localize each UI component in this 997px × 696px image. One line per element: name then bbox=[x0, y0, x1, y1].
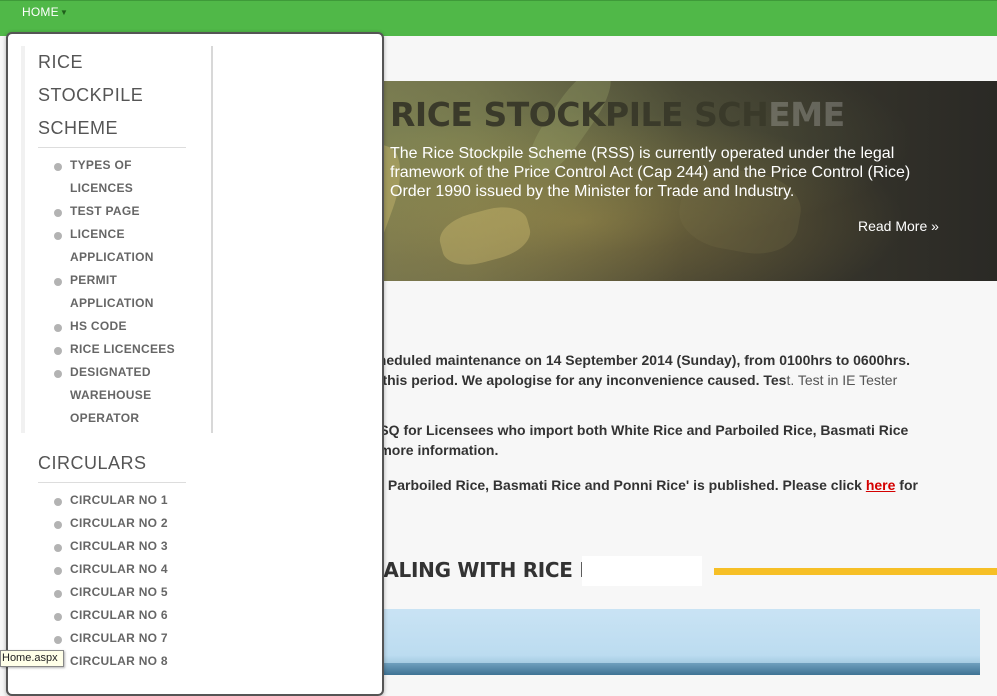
menu-column-circulars: CIRCULARS CIRCULAR NO 1 CIRCULAR NO 2 CI… bbox=[38, 447, 186, 673]
menu-list-circulars: CIRCULAR NO 1 CIRCULAR NO 2 CIRCULAR NO … bbox=[38, 489, 186, 673]
hero-title-fade: EME bbox=[768, 95, 845, 134]
menu-item-hs-code[interactable]: HS CODE bbox=[38, 315, 186, 338]
hero-description: The Rice Stockpile Scheme (RSS) is curre… bbox=[390, 145, 911, 200]
hero-title: RICE STOCKPILE SCHEME bbox=[390, 95, 845, 134]
bullet-icon bbox=[54, 324, 62, 332]
landscape-photo bbox=[370, 609, 980, 675]
menu-heading-rice-stockpile-scheme[interactable]: RICE STOCKPILE SCHEME bbox=[38, 46, 186, 148]
here-link[interactable]: here bbox=[866, 477, 896, 493]
notice-maintenance-line2: g this period. We apologise for any inco… bbox=[370, 370, 990, 390]
bullet-icon bbox=[54, 209, 62, 217]
notice-psq-line1: PSQ for Licensees who import both White … bbox=[370, 422, 909, 438]
menu-item-circular-4[interactable]: CIRCULAR NO 4 bbox=[38, 558, 186, 581]
notice-maintenance: cheduled maintenance on 14 September 201… bbox=[370, 350, 990, 390]
notice-maintenance-line2-light: t. Test in IE Tester bbox=[786, 372, 898, 388]
menu-item-licence-application[interactable]: LICENCE APPLICATION bbox=[38, 223, 186, 269]
menu-item-circular-2[interactable]: CIRCULAR NO 2 bbox=[38, 512, 186, 535]
bullet-icon bbox=[54, 278, 62, 286]
bullet-icon bbox=[54, 370, 62, 378]
bullet-icon bbox=[54, 636, 62, 644]
notice-published-after: for bbox=[895, 477, 918, 493]
menu-item-types-of-licences[interactable]: TYPES OF LICENCES bbox=[38, 154, 186, 200]
bullet-icon bbox=[54, 544, 62, 552]
menu-item-permit-application[interactable]: PERMIT APPLICATION bbox=[38, 269, 186, 315]
bullet-icon bbox=[54, 521, 62, 529]
notice-maintenance-line1: cheduled maintenance on 14 September 201… bbox=[370, 352, 910, 368]
hero-title-main: RICE STOCKPILE SCH bbox=[390, 95, 769, 134]
menu-item-test-page[interactable]: TEST PAGE bbox=[38, 200, 186, 223]
bullet-icon bbox=[54, 590, 62, 598]
notice-maintenance-line2-bold: g this period. We apologise for any inco… bbox=[370, 372, 787, 388]
bullet-icon bbox=[54, 163, 62, 171]
bullet-icon bbox=[54, 567, 62, 575]
bullet-icon bbox=[54, 232, 62, 240]
link-tooltip: Home.aspx bbox=[0, 650, 64, 667]
chevron-down-icon[interactable]: ▼ bbox=[60, 8, 68, 17]
menu-item-circular-6[interactable]: CIRCULAR NO 6 bbox=[38, 604, 186, 627]
bullet-icon bbox=[54, 347, 62, 355]
section-title-blank bbox=[582, 556, 702, 586]
bullet-icon bbox=[54, 498, 62, 506]
menu-item-designated-warehouse-operator[interactable]: DESIGNATED WAREHOUSE OPERATOR bbox=[38, 361, 186, 430]
menu-heading-circulars[interactable]: CIRCULARS bbox=[38, 447, 186, 483]
notice-published: or Parboiled Rice, Basmati Rice and Ponn… bbox=[370, 475, 990, 495]
menu-item-circular-3[interactable]: CIRCULAR NO 3 bbox=[38, 535, 186, 558]
nav-home-link[interactable]: HOME bbox=[22, 5, 59, 19]
menu-item-circular-7[interactable]: CIRCULAR NO 7 bbox=[38, 627, 186, 650]
section-title: EALING WITH RICE IN bbox=[370, 558, 603, 582]
hero-banner: RICE STOCKPILE SCHEME The Rice Stockpile… bbox=[300, 81, 997, 281]
dropdown-menu-panel: RICE STOCKPILE SCHEME TYPES OF LICENCES T… bbox=[6, 32, 384, 696]
menu-column-scheme: RICE STOCKPILE SCHEME TYPES OF LICENCES T… bbox=[38, 46, 186, 430]
menu-list-scheme: TYPES OF LICENCES TEST PAGE LICENCE APPLIC… bbox=[38, 154, 186, 430]
notice-psq-line2: r more information. bbox=[370, 442, 499, 458]
bullet-icon bbox=[54, 613, 62, 621]
menu-item-circular-5[interactable]: CIRCULAR NO 5 bbox=[38, 581, 186, 604]
top-navigation-bar: HOME ▼ bbox=[0, 0, 997, 36]
section-title-rule bbox=[714, 568, 997, 575]
menu-item-circular-1[interactable]: CIRCULAR NO 1 bbox=[38, 489, 186, 512]
notice-psq: PSQ for Licensees who import both White … bbox=[370, 420, 990, 460]
read-more-link[interactable]: Read More » bbox=[858, 218, 939, 234]
notice-published-text: or Parboiled Rice, Basmati Rice and Ponn… bbox=[370, 477, 866, 493]
menu-item-rice-licencees[interactable]: RICE LICENCEES bbox=[38, 338, 186, 361]
